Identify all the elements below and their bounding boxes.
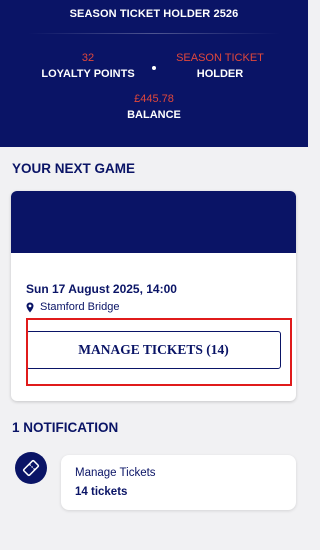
balance-value: £445.78 — [134, 93, 174, 105]
notification-subtitle: 14 tickets — [75, 486, 128, 498]
loyalty-points-value: 32 — [81, 52, 95, 64]
location-pin-icon — [26, 302, 34, 313]
membership-label: HOLDER — [196, 68, 244, 80]
notifications-heading: 1 NOTIFICATION — [12, 420, 119, 435]
notification-item[interactable]: Manage Tickets 14 tickets — [61, 455, 296, 510]
loyalty-points-label: LOYALTY POINTS — [41, 68, 135, 80]
game-venue: Stamford Bridge — [26, 301, 119, 313]
next-game-heading: YOUR NEXT GAME — [12, 161, 136, 176]
loyalty-points-stat: 32 LOYALTY POINTS — [40, 50, 136, 82]
game-banner — [11, 191, 296, 253]
balance-stat: £445.78 BALANCE — [104, 91, 204, 123]
manage-tickets-button[interactable]: MANAGE TICKETS (14) — [26, 331, 281, 369]
header-divider — [28, 33, 280, 34]
venue-name: Stamford Bridge — [40, 301, 120, 313]
stat-separator-dot — [152, 66, 156, 70]
next-game-card: Sun 17 August 2025, 14:00 Stamford Bridg… — [11, 191, 296, 401]
account-title: SEASON TICKET HOLDER 2526 — [69, 8, 239, 20]
balance-label: BALANCE — [127, 109, 181, 121]
notification-title: Manage Tickets — [75, 467, 156, 479]
game-date-time: Sun 17 August 2025, 14:00 — [26, 282, 177, 296]
account-summary-header: SEASON TICKET HOLDER 2526 32 LOYALTY POI… — [0, 0, 308, 147]
membership-stat: SEASON TICKET HOLDER — [166, 50, 274, 82]
ticket-icon — [15, 452, 47, 484]
membership-value: SEASON TICKET — [176, 52, 264, 64]
